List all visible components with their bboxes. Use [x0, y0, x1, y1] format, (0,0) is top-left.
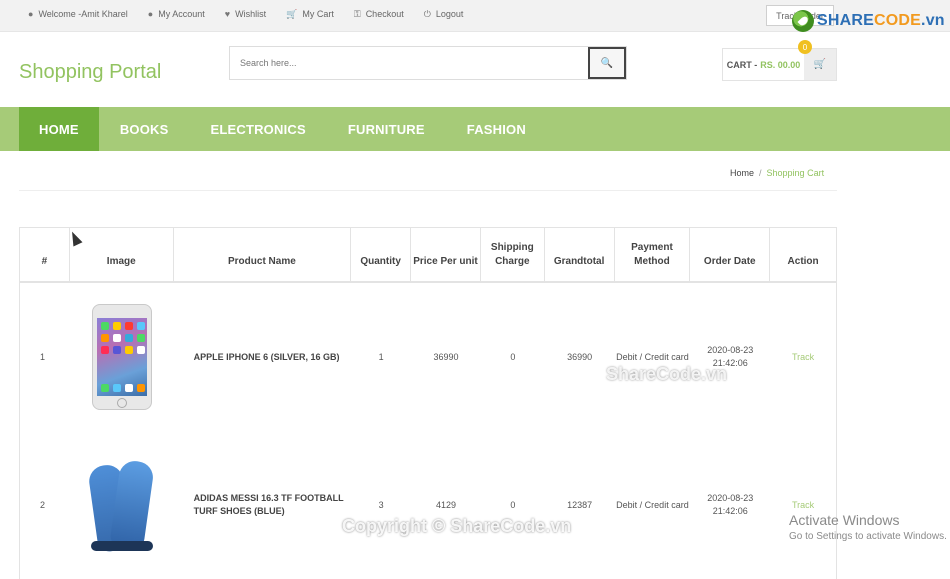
- table-header: # Image Product Name Quantity Price Per …: [20, 228, 836, 283]
- cart-icon: 🛒: [286, 8, 298, 19]
- main-nav: HOME BOOKS ELECTRONICS FURNITURE FASHION: [0, 107, 950, 151]
- column-header: Grandtotal: [545, 228, 615, 281]
- breadcrumb-home[interactable]: Home: [730, 168, 754, 178]
- welcome-link[interactable]: ● Welcome -Amit Kharel: [28, 9, 128, 19]
- iphone-product-image[interactable]: [91, 304, 152, 410]
- welcome-label: Welcome -Amit Kharel: [38, 9, 128, 19]
- breadcrumb: Home / Shopping Cart: [730, 168, 824, 178]
- price-per-unit: 4129: [435, 499, 457, 510]
- product-image-cell: [70, 283, 174, 431]
- order-date: 2020-08-23 21:42:06: [707, 345, 754, 368]
- column-header: Price Per unit: [411, 228, 481, 281]
- cart-amount: RS. 00.00: [760, 59, 801, 70]
- track-link[interactable]: Track: [792, 351, 814, 364]
- logout-link[interactable]: ⏻ Logout: [424, 9, 464, 19]
- breadcrumb-current: Shopping Cart: [766, 168, 825, 178]
- row-index: 1: [40, 351, 46, 362]
- checkout-link[interactable]: ⚿ Checkout: [354, 9, 404, 19]
- my-cart-link[interactable]: 🛒 My Cart: [286, 9, 334, 19]
- nav-fashion[interactable]: FASHION: [446, 107, 547, 151]
- center-watermark: ShareCode.vn: [606, 364, 728, 384]
- grandtotal: 36990: [567, 351, 593, 362]
- sharecode-logo-text: SHARECODE.vn: [817, 12, 945, 29]
- site-title[interactable]: Shopping Portal: [19, 61, 161, 84]
- shipping-charge: 0: [510, 351, 516, 362]
- logout-icon: ⏻: [423, 8, 431, 19]
- search-bar: 🔍: [229, 46, 627, 80]
- column-header: Image: [70, 228, 174, 281]
- sharecode-logo-icon: [792, 10, 814, 32]
- activate-windows-subtitle: Go to Settings to activate Windows.: [789, 531, 947, 542]
- my-cart-label: My Cart: [302, 9, 334, 19]
- order-date: 2020-08-23 21:42:06: [707, 493, 754, 516]
- search-input[interactable]: [230, 47, 588, 79]
- track-action: Track: [770, 283, 836, 431]
- activate-windows-notice: Activate Windows Go to Settings to activ…: [789, 512, 947, 542]
- column-header: Shipping Charge: [481, 228, 545, 281]
- sharecode-logo: SHARECODE.vn: [792, 10, 945, 32]
- quantity: 3: [378, 499, 384, 510]
- shipping-charge: 0: [510, 499, 516, 510]
- product-name[interactable]: ADIDAS MESSI 16.3 TF FOOTBALL TURF SHOES…: [174, 431, 352, 579]
- table-row: 1 APPLE IPHONE 6 (SILVER, 16 GB) 1 36990…: [20, 283, 836, 431]
- product-image-cell: [70, 431, 174, 579]
- product-name[interactable]: APPLE IPHONE 6 (SILVER, 16 GB): [174, 283, 352, 431]
- column-header: Action: [787, 256, 819, 267]
- search-icon: 🔍: [600, 57, 614, 69]
- cart-icon[interactable]: 🛒: [804, 49, 836, 80]
- shoes-product-image[interactable]: [86, 455, 157, 555]
- cart-label: CART - RS. 00.00: [726, 59, 801, 70]
- key-icon: ⚿: [353, 8, 361, 19]
- my-account-label: My Account: [158, 9, 205, 19]
- bottom-watermark: Copyright © ShareCode.vn: [342, 516, 572, 536]
- user-icon: ●: [28, 8, 34, 19]
- column-header: Payment Method: [615, 228, 691, 281]
- activate-windows-title: Activate Windows: [789, 512, 900, 528]
- column-header: #: [20, 228, 70, 281]
- logout-label: Logout: [435, 9, 464, 19]
- table-row: 2 ADIDAS MESSI 16.3 TF FOOTBALL TURF SHO…: [20, 431, 836, 579]
- nav-furniture[interactable]: FURNITURE: [327, 107, 446, 151]
- track-action: Track: [770, 431, 836, 579]
- track-link[interactable]: Track: [792, 499, 814, 512]
- checkout-label: Checkout: [365, 9, 404, 19]
- price-per-unit: 36990: [433, 351, 459, 362]
- column-header: Order Date: [690, 228, 771, 281]
- heart-icon: ♥: [224, 8, 231, 19]
- top-links: ● Welcome -Amit Kharel ● My Account ♥ Wishl…: [28, 9, 463, 19]
- user-icon: ●: [147, 8, 154, 19]
- nav-electronics[interactable]: ELECTRONICS: [189, 107, 326, 151]
- wishlist-link[interactable]: ♥ Wishlist: [225, 9, 266, 19]
- wishlist-label: Wishlist: [235, 9, 267, 19]
- payment-method: Debit / Credit card: [616, 351, 689, 362]
- cart-count-badge: 0: [798, 40, 812, 54]
- my-account-link[interactable]: ● My Account: [148, 9, 205, 19]
- row-index: 2: [40, 499, 46, 510]
- payment-method: Debit / Credit card: [616, 499, 689, 510]
- grandtotal: 12387: [567, 499, 593, 510]
- cart-summary[interactable]: CART - RS. 00.00 🛒: [722, 48, 837, 81]
- home-button: [116, 398, 127, 408]
- shoe-sole: [90, 541, 153, 551]
- divider: [19, 190, 837, 191]
- breadcrumb-separator: /: [759, 168, 762, 178]
- column-header: Product Name: [174, 228, 352, 281]
- nav-home[interactable]: HOME: [19, 107, 99, 151]
- quantity: 1: [378, 351, 384, 362]
- nav-books[interactable]: BOOKS: [99, 107, 190, 151]
- phone-screen: [96, 318, 147, 396]
- search-button[interactable]: 🔍: [588, 47, 626, 79]
- column-header: Quantity: [351, 228, 412, 281]
